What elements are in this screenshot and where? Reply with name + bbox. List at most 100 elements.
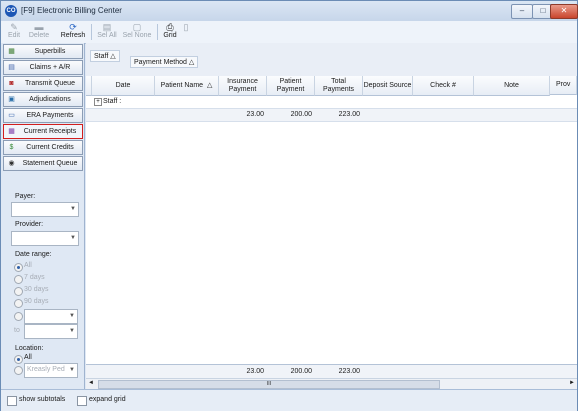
chevron-down-icon: ▼ xyxy=(70,235,76,241)
column-header-note[interactable]: Note xyxy=(474,76,550,96)
window-title: [F9] Electronic Billing Center xyxy=(21,6,122,15)
billing-center-window: CO [F9] Electronic Billing Center – □ ✕ … xyxy=(0,0,578,411)
status-bar: show subtotals expand grid xyxy=(1,389,577,411)
location-specific-radio[interactable] xyxy=(14,366,23,375)
show-subtotals-label: show subtotals xyxy=(19,396,66,403)
sort-arrow-icon: △ xyxy=(110,53,116,60)
date-all-radio[interactable] xyxy=(14,263,23,272)
chevron-down-icon: ▼ xyxy=(70,206,76,212)
horizontal-scrollbar[interactable]: ◄ III ► xyxy=(86,378,577,389)
superbill-icon: ▦ xyxy=(8,48,15,55)
nav-superbills[interactable]: ▦ Superbills xyxy=(3,44,83,59)
group-summary-row: 23.00 200.00 223.00 xyxy=(86,109,577,122)
expand-grid-checkbox[interactable] xyxy=(77,396,87,406)
nav-adjudications[interactable]: ▣ Adjudications xyxy=(3,92,83,107)
adjudication-icon: ▣ xyxy=(8,96,15,103)
show-subtotals-checkbox[interactable] xyxy=(7,396,17,406)
app-logo-icon: CO xyxy=(5,5,17,17)
column-header-patient-name[interactable]: Patient Name △ xyxy=(155,76,219,96)
sidebar: ▦ Superbills ▤ Claims + A/R ◙ Transmit Queu… xyxy=(1,43,85,389)
sort-arrow-icon: △ xyxy=(188,59,195,66)
chevron-down-icon: ▼ xyxy=(69,367,75,373)
payer-select[interactable]: ▼ xyxy=(11,202,79,217)
close-button[interactable]: ✕ xyxy=(550,4,578,19)
group-tag-payment-method[interactable]: Payment Method △ xyxy=(130,56,199,68)
export-button[interactable]: ▯ xyxy=(181,22,191,42)
toolbar: ✎ Edit ▬ Delete ⟳ Refresh ▤ Sel All ▢ Sel Non… xyxy=(1,21,577,44)
footer-total-payments: 223.00 xyxy=(338,368,360,375)
transmit-icon: ◙ xyxy=(9,80,14,87)
group-by-panel: Staff △ Payment Method △ xyxy=(86,43,577,77)
date-all-label: All xyxy=(24,262,32,269)
toolbar-separator xyxy=(157,24,158,40)
column-header-provider[interactable]: Prov xyxy=(550,76,577,95)
nav-statement-queue[interactable]: ◉ Statement Queue xyxy=(3,156,83,171)
scroll-right-icon[interactable]: ► xyxy=(569,380,575,386)
nav-current-credits[interactable]: $ Current Credits xyxy=(3,140,83,155)
nav-era-payments[interactable]: ▭ ERA Payments xyxy=(3,108,83,123)
provider-label: Provider: xyxy=(15,221,44,228)
grid-button[interactable]: ⎙ Grid xyxy=(161,22,179,42)
nav-transmit-queue[interactable]: ◙ Transmit Queue xyxy=(3,76,83,91)
delete-icon: ▬ xyxy=(34,22,44,32)
summary-insurance-payment: 23.00 xyxy=(246,111,264,118)
receipts-grid: Date Patient Name △ Insurance Payment Pa… xyxy=(86,76,577,389)
minimize-button[interactable]: – xyxy=(511,4,533,19)
nav-claims-ar[interactable]: ▤ Claims + A/R xyxy=(3,60,83,75)
nav-current-receipts[interactable]: ▦ Current Receipts xyxy=(3,124,83,139)
expand-icon[interactable]: + xyxy=(94,98,102,106)
date-to-label: to xyxy=(14,327,20,334)
date-range-label: Date range: xyxy=(15,251,52,258)
printer-icon: ⎙ xyxy=(166,22,174,32)
date-90-days-label: 90 days xyxy=(24,298,49,305)
footer-insurance-payment: 23.00 xyxy=(246,368,264,375)
column-header-patient-payment[interactable]: Patient Payment xyxy=(267,76,315,96)
pencil-icon: ✎ xyxy=(10,22,18,32)
document-icon: ▯ xyxy=(183,22,189,32)
edit-button[interactable]: ✎ Edit xyxy=(5,22,23,42)
grid-footer-row: 23.00 200.00 223.00 xyxy=(86,364,577,379)
date-7-days-radio[interactable] xyxy=(14,275,23,284)
sort-arrow-icon: △ xyxy=(206,81,213,89)
date-to-select[interactable]: ▼ xyxy=(24,324,78,339)
credits-icon: $ xyxy=(9,144,14,151)
column-header-insurance-payment[interactable]: Insurance Payment xyxy=(219,76,267,96)
date-30-days-radio[interactable] xyxy=(14,287,23,296)
select-none-icon: ▢ xyxy=(132,22,142,32)
location-all-radio[interactable] xyxy=(14,355,23,364)
provider-select[interactable]: ▼ xyxy=(11,231,79,246)
title-bar: CO [F9] Electronic Billing Center – □ ✕ xyxy=(1,1,578,22)
expand-grid-label: expand grid xyxy=(89,396,126,403)
summary-total-payments: 223.00 xyxy=(338,111,360,118)
date-7-days-label: 7 days xyxy=(24,274,45,281)
date-custom-radio[interactable] xyxy=(14,312,23,321)
date-90-days-radio[interactable] xyxy=(14,299,23,308)
group-tag-staff[interactable]: Staff △ xyxy=(90,50,120,62)
chevron-down-icon: ▼ xyxy=(69,328,75,334)
select-all-button[interactable]: ▤ Sel All xyxy=(95,22,119,42)
scroll-left-icon[interactable]: ◄ xyxy=(88,380,94,386)
chevron-down-icon: ▼ xyxy=(69,313,75,319)
location-label: Location: xyxy=(15,345,44,352)
statement-icon: ◉ xyxy=(8,160,15,167)
payer-label: Payer: xyxy=(15,193,36,200)
group-row-staff[interactable]: + Staff : xyxy=(86,96,577,109)
refresh-button[interactable]: ⟳ Refresh xyxy=(58,22,88,42)
receipts-icon: ▦ xyxy=(8,128,15,135)
select-all-icon: ▤ xyxy=(102,22,112,32)
delete-button[interactable]: ▬ Delete xyxy=(26,22,52,42)
summary-patient-payment: 200.00 xyxy=(290,111,312,118)
column-header-date[interactable]: Date xyxy=(92,76,155,96)
column-header-total-payments[interactable]: Total Payments xyxy=(315,76,363,96)
location-select[interactable]: Kreasly Ped ▼ xyxy=(24,363,78,378)
era-icon: ▭ xyxy=(8,112,15,119)
toolbar-separator xyxy=(91,24,92,40)
claims-icon: ▤ xyxy=(8,64,15,71)
column-header-deposit-source[interactable]: Deposit Source xyxy=(363,76,413,96)
refresh-icon: ⟳ xyxy=(69,22,77,32)
column-header-check-number[interactable]: Check # xyxy=(413,76,474,96)
select-none-button[interactable]: ▢ Sel None xyxy=(121,22,153,42)
footer-patient-payment: 200.00 xyxy=(290,368,312,375)
date-from-select[interactable]: ▼ xyxy=(24,309,78,324)
scroll-thumb[interactable]: III xyxy=(98,380,440,389)
